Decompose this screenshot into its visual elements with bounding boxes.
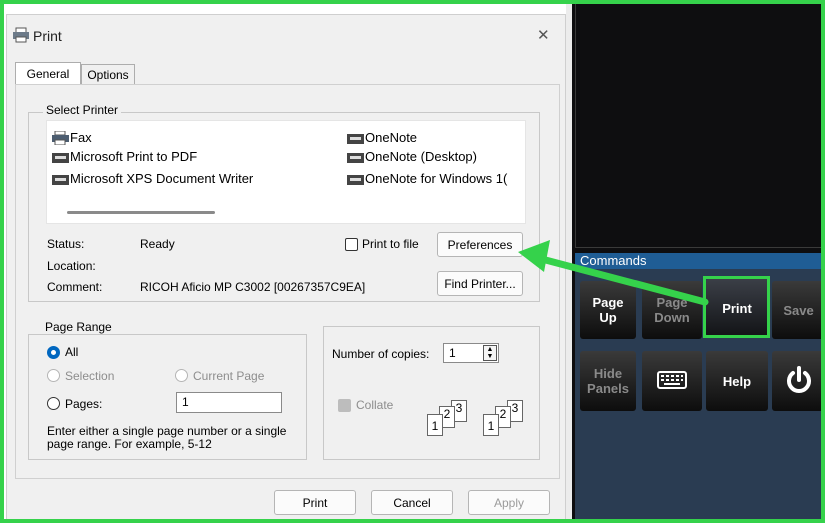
page-range-label: Page Range bbox=[42, 320, 115, 334]
select-printer-label: Select Printer bbox=[43, 103, 122, 117]
current-page-label: Current Page bbox=[193, 369, 265, 383]
tab-general[interactable]: General bbox=[15, 62, 81, 84]
printer-item-onenote-windows[interactable]: OneNote for Windows 1( bbox=[347, 171, 525, 187]
copies-spinner[interactable]: ▲ ▼ bbox=[483, 345, 497, 361]
copies-label: Number of copies: bbox=[332, 347, 430, 361]
hide-panels-button[interactable]: Hide Panels bbox=[580, 351, 636, 411]
printer-label: Microsoft XPS Document Writer bbox=[70, 171, 254, 186]
collate-page: 1 bbox=[483, 414, 499, 436]
keyboard-button[interactable] bbox=[642, 351, 702, 411]
printer-label: OneNote (Desktop) bbox=[365, 149, 477, 164]
collate-label: Collate bbox=[356, 398, 394, 412]
status-label: Status: bbox=[47, 237, 85, 251]
page-range-hint: Enter either a single page number or a s… bbox=[47, 424, 287, 451]
collate-illustration: 3 2 1 3 2 1 bbox=[419, 400, 534, 440]
printer-icon bbox=[52, 151, 69, 163]
printer-icon bbox=[12, 27, 30, 43]
printer-label: OneNote for Windows 1( bbox=[365, 171, 508, 186]
cancel-button[interactable]: Cancel bbox=[371, 490, 453, 515]
all-label: All bbox=[65, 345, 79, 359]
printer-icon bbox=[347, 173, 364, 185]
apply-button[interactable]: Apply bbox=[468, 490, 550, 515]
printer-label: OneNote bbox=[365, 130, 418, 145]
collate-checkbox[interactable] bbox=[338, 399, 351, 412]
print-to-file-checkbox[interactable] bbox=[345, 238, 358, 251]
printer-icon bbox=[347, 151, 364, 163]
printer-label: Microsoft Print to PDF bbox=[70, 149, 198, 164]
pages-input[interactable]: 1 bbox=[176, 392, 282, 413]
tab-options[interactable]: Options bbox=[81, 64, 135, 84]
all-radio[interactable] bbox=[47, 346, 60, 359]
highlight-box bbox=[703, 276, 770, 338]
current-page-radio[interactable] bbox=[175, 369, 188, 382]
fax-printer-icon bbox=[52, 130, 69, 146]
close-icon[interactable]: ✕ bbox=[537, 26, 550, 44]
arrow-annotation bbox=[518, 240, 709, 306]
print-dialog: Print ✕ General Options Select Printer F… bbox=[6, 14, 566, 523]
status-value: Ready bbox=[140, 237, 175, 251]
pages-label: Pages: bbox=[65, 397, 103, 411]
printer-icon bbox=[347, 132, 364, 144]
comment-label: Comment: bbox=[47, 280, 103, 294]
dialog-title: Print bbox=[33, 28, 62, 44]
power-button[interactable] bbox=[772, 351, 825, 411]
power-icon bbox=[783, 364, 815, 399]
horizontal-scrollbar[interactable] bbox=[67, 211, 215, 214]
selection-radio[interactable] bbox=[47, 369, 60, 382]
selection-label: Selection bbox=[65, 369, 115, 383]
comment-value: RICOH Aficio MP C3002 [00267357C9EA] bbox=[140, 280, 366, 294]
printer-label: Fax bbox=[70, 130, 92, 145]
print-to-file-label: Print to file bbox=[362, 237, 419, 251]
keyboard-icon bbox=[657, 370, 687, 392]
location-label: Location: bbox=[47, 259, 96, 273]
pages-radio[interactable] bbox=[47, 397, 60, 410]
save-button[interactable]: Save bbox=[772, 281, 825, 339]
collate-page: 1 bbox=[427, 414, 443, 436]
printer-icon bbox=[52, 173, 69, 185]
top-right-frame bbox=[575, 0, 825, 248]
help-button[interactable]: Help bbox=[706, 351, 768, 411]
print-button[interactable]: Print bbox=[274, 490, 356, 515]
